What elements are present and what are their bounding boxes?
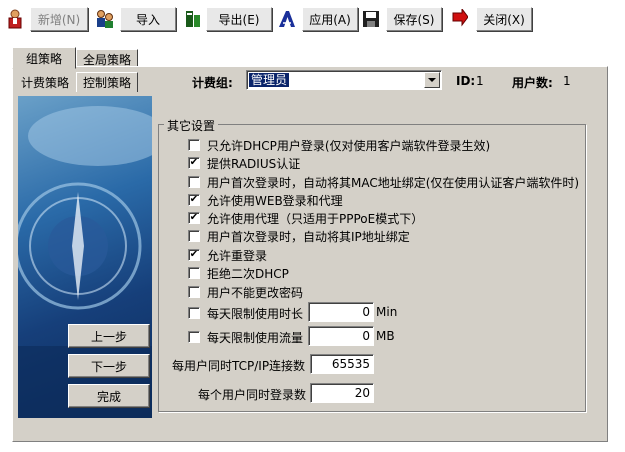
next-step-button[interactable]: 下一步 [68, 354, 150, 378]
checkbox[interactable] [188, 267, 200, 279]
option-label: 允许重登录 [207, 248, 268, 263]
option-radius[interactable]: ✔ 提供RADIUS认证 [188, 155, 300, 171]
export-button[interactable]: 导出(E) [206, 7, 272, 31]
option-deny-dhcp[interactable]: 拒绝二次DHCP [188, 265, 289, 281]
max-login-input[interactable]: 20 [310, 383, 374, 403]
save-button[interactable]: 保存(S) [386, 7, 442, 31]
import-users-icon [94, 8, 116, 30]
tcp-ip-limit-label: 每用户同时TCP/IP连接数 [172, 359, 306, 373]
option-label: 每天限制使用时长 [207, 306, 304, 321]
option-dhcp-only[interactable]: 只允许DHCP用户登录(仅对使用客户端软件登录生效) [188, 137, 490, 153]
daily-time-input[interactable]: 0 [308, 302, 374, 322]
export-icon [182, 8, 204, 30]
checkbox[interactable]: ✔ [188, 212, 200, 224]
user-count-value: 1 [563, 74, 571, 88]
tab-label: 计费策略 [20, 75, 69, 90]
prev-step-button[interactable]: 上一步 [68, 324, 150, 348]
option-label: 拒绝二次DHCP [207, 266, 289, 281]
checkbox[interactable] [188, 176, 200, 188]
group-label: 计费组: [192, 76, 233, 90]
id-value: 1 [476, 74, 484, 88]
option-bind-ip[interactable]: 用户首次登录时，自动将其IP地址绑定 [188, 228, 410, 244]
checkbox[interactable]: ✔ [188, 157, 200, 169]
save-disk-icon [360, 8, 382, 30]
finish-button[interactable]: 完成 [68, 384, 150, 408]
new-button[interactable]: 新增(N) [30, 7, 88, 31]
toolbar-save: 保存(S) [360, 6, 442, 32]
checkbox[interactable]: ✔ [188, 194, 200, 206]
option-no-password-change[interactable]: 用户不能更改密码 [188, 284, 303, 300]
option-label: 允许使用WEB登录和代理 [207, 193, 343, 208]
group-select[interactable]: 管理员 [246, 70, 442, 90]
toolbar-new: 新增(N) [4, 6, 88, 32]
apply-button[interactable]: 应用(A) [302, 7, 358, 31]
daily-time-unit: Min [376, 305, 398, 319]
exit-door-icon [448, 8, 470, 30]
daily-flow-unit: MB [376, 329, 395, 343]
tab-group-policy[interactable]: 组策略 [12, 47, 76, 69]
chevron-down-icon[interactable] [424, 72, 440, 88]
option-bind-mac[interactable]: 用户首次登录时，自动将其MAC地址绑定(仅在使用认证客户端软件时) [188, 174, 579, 190]
tab-billing-policy[interactable]: 计费策略 [14, 72, 76, 92]
new-user-icon [4, 8, 26, 30]
apply-icon [276, 8, 298, 30]
max-login-label: 每个用户同时登录数 [198, 388, 307, 402]
import-button[interactable]: 导入 [120, 7, 176, 31]
option-label: 用户首次登录时，自动将其IP地址绑定 [207, 229, 410, 244]
option-label: 用户首次登录时，自动将其MAC地址绑定(仅在使用认证客户端软件时) [207, 175, 580, 190]
toolbar-import: 导入 [94, 6, 176, 32]
checkbox[interactable] [188, 307, 200, 319]
checkbox[interactable] [188, 286, 200, 298]
option-daily-time[interactable]: 每天限制使用时长 [188, 305, 303, 321]
checkbox[interactable] [188, 230, 200, 242]
tcp-ip-limit-input[interactable]: 65535 [310, 354, 374, 374]
checkbox[interactable]: ✔ [188, 249, 200, 261]
option-label: 允许使用代理（只适用于PPPoE模式下） [207, 211, 424, 226]
daily-flow-input[interactable]: 0 [308, 326, 374, 346]
group-select-value: 管理员 [249, 73, 290, 87]
toolbar-apply: 应用(A) [276, 6, 358, 32]
option-relogin[interactable]: ✔ 允许重登录 [188, 247, 267, 263]
option-label: 用户不能更改密码 [207, 285, 304, 300]
checkbox[interactable] [188, 139, 200, 151]
option-web-login[interactable]: ✔ 允许使用WEB登录和代理 [188, 192, 343, 208]
tab-label: 控制策略 [82, 76, 131, 90]
other-settings-title: 其它设置 [164, 117, 219, 134]
id-label: ID: [456, 74, 476, 88]
close-button[interactable]: 关闭(X) [476, 7, 532, 31]
option-label: 每天限制使用流量 [207, 330, 304, 345]
option-daily-flow[interactable]: 每天限制使用流量 [188, 329, 303, 345]
user-count-label: 用户数: [512, 76, 553, 90]
option-proxy[interactable]: ✔ 允许使用代理（只适用于PPPoE模式下） [188, 210, 423, 226]
tab-control-policy[interactable]: 控制策略 [76, 72, 138, 92]
option-label: 只允许DHCP用户登录(仅对使用客户端软件登录生效) [207, 138, 491, 153]
tab-label: 组策略 [25, 51, 62, 66]
option-label: 提供RADIUS认证 [207, 156, 301, 171]
toolbar-export: 导出(E) [182, 6, 272, 32]
checkbox[interactable] [188, 331, 200, 343]
toolbar-close: 关闭(X) [448, 6, 532, 32]
